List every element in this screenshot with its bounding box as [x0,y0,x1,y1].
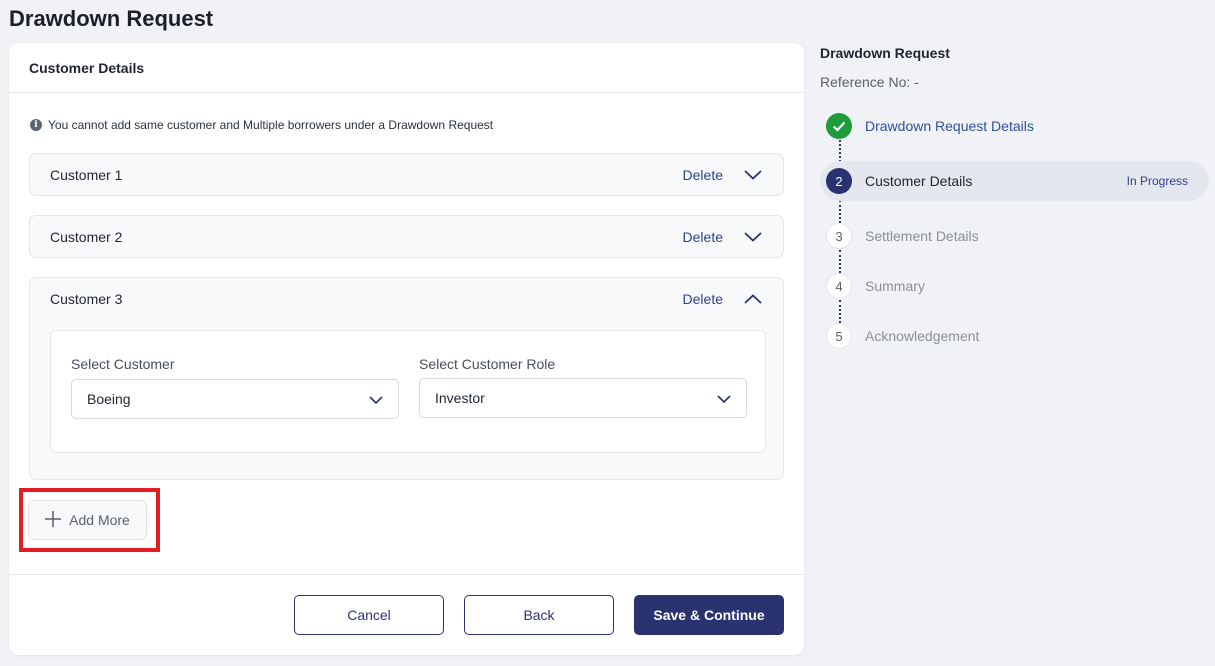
select-role-dropdown[interactable]: Investor [419,378,747,418]
accordion-title: Customer 1 [50,166,123,183]
step-settlement-details[interactable]: 3 Settlement Details [820,216,1209,256]
page-title: Drawdown Request [9,6,214,31]
plus-icon [45,510,62,530]
chevron-up-icon[interactable] [743,289,763,309]
step-number: 5 [826,323,852,349]
save-continue-button[interactable]: Save & Continue [634,595,784,635]
add-more-label: Add More [69,512,130,528]
step-label: Drawdown Request Details [865,118,1034,134]
step-customer-details[interactable]: 2 Customer Details In Progress [820,161,1209,201]
step-number: 3 [826,223,852,249]
customer-accordion-3: Customer 3 Delete Select Customer Boeing… [29,277,784,480]
step-label: Customer Details [865,173,973,189]
chevron-down-icon [717,390,731,406]
back-button[interactable]: Back [464,595,614,635]
section-title: Customer Details [9,43,804,93]
select-role-value: Investor [435,390,485,406]
cancel-button[interactable]: Cancel [294,595,444,635]
accordion-header[interactable]: Customer 1 Delete [30,154,783,195]
step-drawdown-request-details[interactable]: Drawdown Request Details [820,106,1209,146]
accordion-header[interactable]: Customer 2 Delete [30,216,783,257]
step-number: 2 [826,168,852,194]
chevron-down-icon[interactable] [743,227,763,247]
delete-button[interactable]: Delete [683,229,723,245]
delete-button[interactable]: Delete [683,167,723,183]
step-summary[interactable]: 4 Summary [820,266,1209,306]
step-status-badge: In Progress [1126,174,1188,188]
check-icon [826,113,852,139]
chevron-down-icon[interactable] [743,165,763,185]
customer-details-card: Customer Details i You cannot add same c… [9,43,804,655]
delete-button[interactable]: Delete [683,291,723,307]
select-customer-value: Boeing [87,391,131,407]
footer-divider [9,574,804,575]
accordion-title: Customer 3 [50,290,123,307]
step-number: 4 [826,273,852,299]
customer-accordion-2: Customer 2 Delete [29,215,784,258]
add-more-button[interactable]: Add More [28,500,147,540]
customer-accordion-1: Customer 1 Delete [29,153,784,196]
select-customer-dropdown[interactable]: Boeing [71,379,399,419]
reference-number: Reference No: - [820,74,919,90]
accordion-header[interactable]: Customer 3 Delete [30,278,783,319]
select-role-label: Select Customer Role [419,356,556,372]
info-icon: i [30,119,42,131]
info-note-text: You cannot add same customer and Multipl… [48,118,494,132]
select-customer-label: Select Customer [71,356,175,372]
accordion-title: Customer 2 [50,228,123,245]
step-acknowledgement[interactable]: 5 Acknowledgement [820,316,1209,356]
customer-form-panel: Select Customer Boeing Select Customer R… [50,330,766,453]
sidebar-title: Drawdown Request [820,45,950,61]
chevron-down-icon [369,391,383,407]
info-note: i You cannot add same customer and Multi… [30,118,493,132]
step-label: Acknowledgement [865,328,980,344]
step-label: Settlement Details [865,228,979,244]
step-label: Summary [865,278,925,294]
